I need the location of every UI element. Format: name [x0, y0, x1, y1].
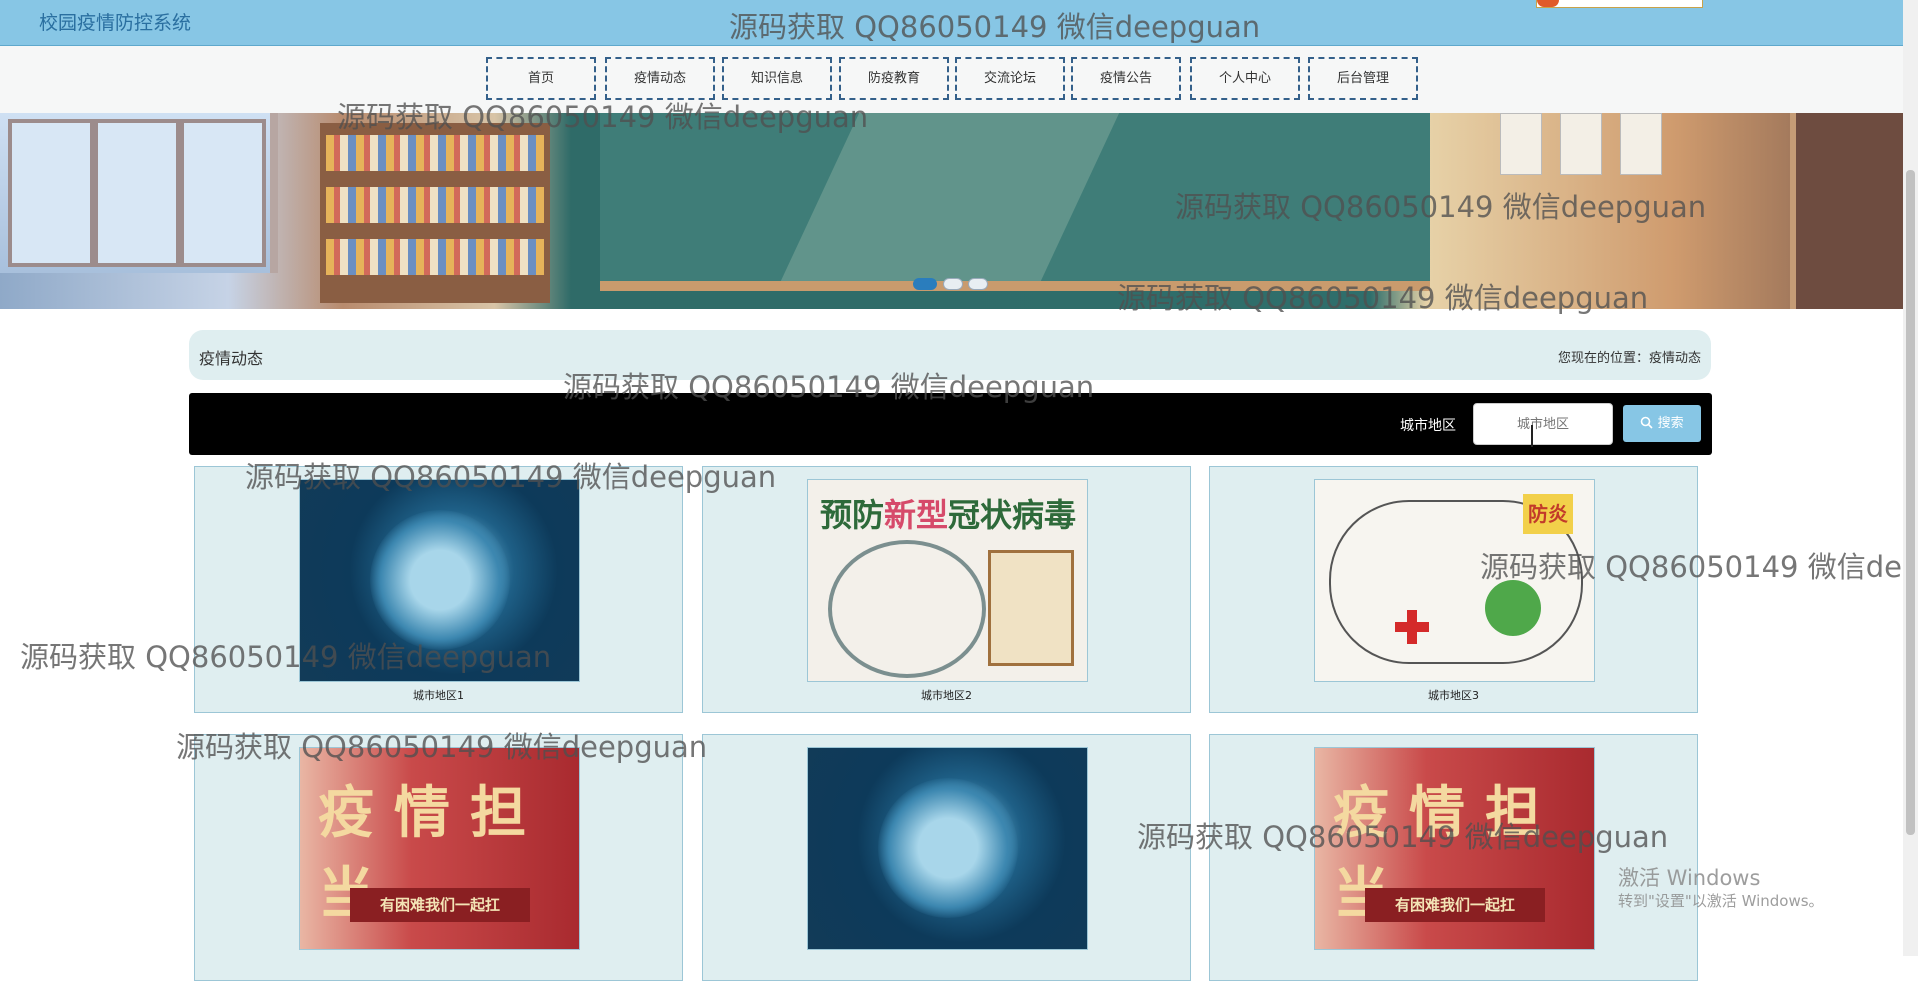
watermark: 源码获取 QQ86050149 微信deepguan: [729, 10, 1261, 44]
news-card[interactable]: [702, 734, 1191, 981]
red-cross-icon: [1395, 610, 1429, 644]
poster-headline: 预防新型冠状病毒: [820, 496, 1077, 534]
window-pane: [94, 119, 180, 267]
banner-window: [0, 113, 278, 273]
carousel-dot[interactable]: [968, 278, 988, 290]
site-title[interactable]: 校园疫情防控系统: [39, 8, 191, 35]
nav-personal-center[interactable]: 个人中心: [1190, 57, 1300, 100]
window-pane: [8, 119, 94, 267]
carousel-dot[interactable]: [943, 278, 963, 290]
campaign-strip: 有困难我们一起扛: [350, 888, 530, 922]
card-caption[interactable]: 城市地区3: [1210, 687, 1697, 703]
watermark: 源码获取 QQ86050149 微信deepguan: [1480, 550, 1903, 584]
search-input[interactable]: [1473, 403, 1613, 445]
watermark: 源码获取 QQ86050149 微信deepguan: [1175, 190, 1707, 224]
nav-forum[interactable]: 交流论坛: [955, 57, 1065, 100]
scrollbar-thumb[interactable]: [1906, 170, 1915, 835]
germ-shape: [1485, 580, 1541, 636]
section-title: 疫情动态: [199, 349, 264, 368]
card-caption[interactable]: 城市地区1: [195, 687, 682, 703]
poster-note: [988, 550, 1074, 666]
text-cursor: [1531, 425, 1533, 447]
search-button[interactable]: 搜索: [1623, 405, 1701, 442]
watermark: 源码获取 QQ86050149 微信deepguan: [1117, 281, 1649, 315]
logo-image: [1536, 0, 1703, 8]
drawing-tag: 防炎: [1523, 494, 1573, 534]
news-card[interactable]: 疫情担当 有困难我们一起扛: [1209, 734, 1698, 981]
banner-bookshelf: [320, 123, 550, 303]
windows-activation-title: 激活 Windows: [1618, 866, 1761, 890]
watermark: 源码获取 QQ86050149 微信deepguan: [176, 730, 708, 764]
banner-notice: [1560, 113, 1602, 175]
virus-shape: [370, 510, 510, 650]
banner-door: [1790, 113, 1903, 309]
campaign-strip: 有困难我们一起扛: [1365, 888, 1545, 922]
virus-shape: [878, 778, 1018, 918]
card-image[interactable]: [807, 747, 1088, 950]
search-icon: [1640, 416, 1657, 431]
news-card[interactable]: 防炎 城市地区3: [1209, 466, 1698, 713]
logo-swoosh: [1537, 0, 1559, 7]
card-image[interactable]: 预防新型冠状病毒: [807, 479, 1088, 682]
carousel-dot-active[interactable]: [913, 278, 937, 290]
poster-circle: [828, 540, 986, 678]
shelf-row: [326, 187, 544, 223]
news-card[interactable]: 疫情担当 有困难我们一起扛: [194, 734, 683, 981]
page-scrollbar[interactable]: [1903, 0, 1918, 956]
nav-admin[interactable]: 后台管理: [1308, 57, 1418, 100]
watermark: 源码获取 QQ86050149 微信deepguan: [245, 460, 777, 494]
watermark: 源码获取 QQ86050149 微信deepguan: [1137, 820, 1669, 854]
windows-activation-subtitle: 转到"设置"以激活 Windows。: [1618, 892, 1824, 910]
search-button-label: 搜索: [1657, 416, 1684, 431]
news-card[interactable]: 预防新型冠状病毒 城市地区2: [702, 466, 1191, 713]
breadcrumb: 您现在的位置：疫情动态: [1557, 351, 1701, 366]
search-label: 城市地区: [1400, 418, 1456, 434]
nav-announcements[interactable]: 疫情公告: [1071, 57, 1181, 100]
window-pane: [180, 119, 266, 267]
card-caption[interactable]: 城市地区2: [703, 687, 1190, 703]
shelf-row: [326, 135, 544, 171]
watermark: 源码获取 QQ86050149 微信deepguan: [337, 100, 869, 134]
card-image[interactable]: 疫情担当 有困难我们一起扛: [299, 747, 580, 950]
watermark: 源码获取 QQ86050149 微信deepguan: [20, 640, 552, 674]
watermark: 源码获取 QQ86050149 微信deepguan: [563, 370, 1095, 404]
main-nav: 首页 疫情动态 知识信息 防疫教育 交流论坛 疫情公告 个人中心 后台管理: [0, 46, 1918, 113]
banner-notice: [1620, 113, 1662, 175]
banner-notice: [1500, 113, 1542, 175]
shelf-row: [326, 239, 544, 275]
